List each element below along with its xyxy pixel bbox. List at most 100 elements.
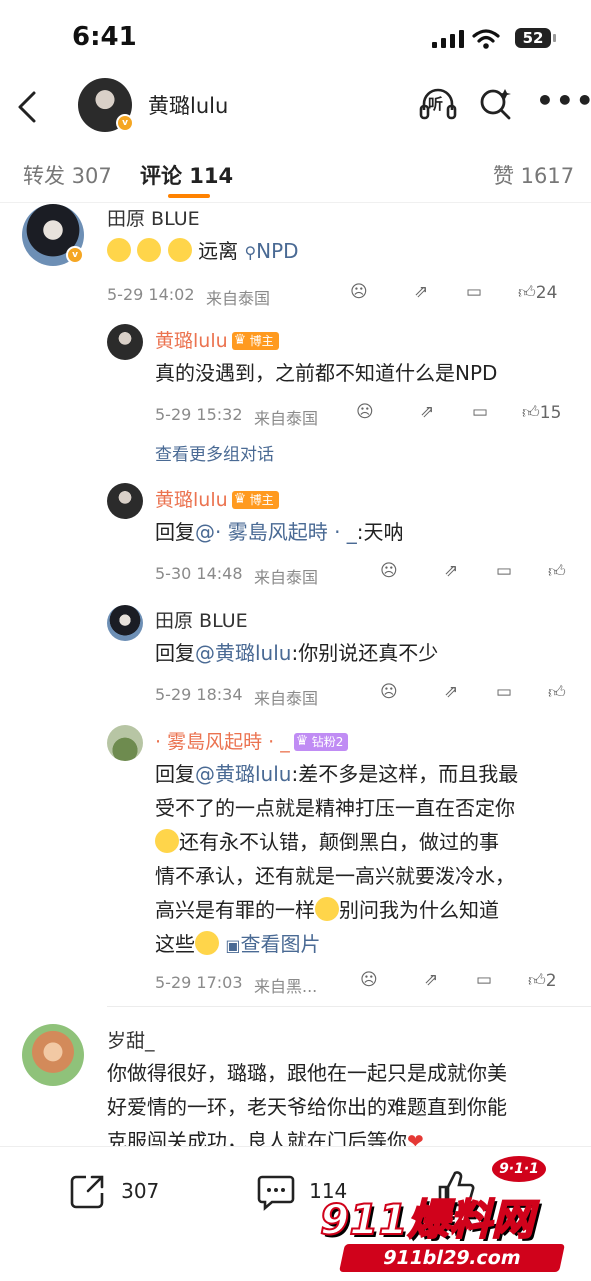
more-icon[interactable]: ••• — [536, 87, 591, 115]
like-icon[interactable]: 👍︎ — [548, 682, 566, 703]
fan-level-tag: 钻粉2 — [293, 732, 349, 751]
reply-line: 高兴是有罪的一样 — [155, 898, 315, 922]
repost-button[interactable]: 307 — [68, 1171, 159, 1211]
comment-date: 5-29 14:02 — [107, 285, 195, 304]
comment-icon[interactable]: ▭ — [476, 970, 492, 990]
reply-date: 5-30 14:48 — [155, 564, 243, 583]
mention-link[interactable]: @黄璐lulu — [195, 641, 291, 665]
reply-line: 别问我为什么知道 — [339, 898, 499, 922]
like-icon[interactable]: 👍︎ — [548, 561, 566, 582]
blogger-tag: 博主 — [231, 331, 279, 350]
watermark-brand: 911爆料网 — [319, 1194, 535, 1245]
comment-icon[interactable]: ▭ — [496, 561, 512, 581]
view-image-link[interactable]: ▣查看图片 — [225, 932, 320, 956]
reply-line: :差不多是这样，而且我最 — [291, 762, 519, 786]
reply-source: 来自泰国 — [254, 689, 319, 708]
watermark-url: 911bl29.com — [339, 1244, 565, 1272]
like-count: 24 — [535, 283, 558, 303]
tears-emoji-icon — [195, 931, 219, 955]
search-icon[interactable] — [478, 86, 514, 122]
reply-author[interactable]: 田原 BLUE — [155, 606, 248, 633]
eyeroll-emoji-icon — [155, 829, 179, 853]
reply-avatar[interactable] — [107, 324, 143, 360]
view-more-replies-link[interactable]: 查看更多组对话 — [155, 440, 274, 465]
reply-date: 5-29 15:32 — [155, 405, 243, 424]
search-topic-link[interactable]: ⚲NPD — [244, 239, 298, 263]
reply-author[interactable]: 黄璐lulu博主 — [155, 326, 279, 353]
reply-line: 还有永不认错，颠倒黑白，做过的事 — [179, 830, 499, 854]
listen-button[interactable]: 听 — [418, 84, 458, 124]
like-icon: 👍︎ — [522, 403, 540, 423]
reply-body: :你别说还真不少 — [291, 641, 439, 665]
divider — [107, 1006, 591, 1007]
back-icon[interactable] — [14, 90, 40, 124]
comment-author[interactable]: 岁甜_ — [107, 1026, 155, 1053]
repost-icon — [70, 1175, 104, 1209]
watermark-logo: 9·1·1 911爆料网 911bl29.com — [312, 1150, 582, 1278]
comment-source: 来自泰国 — [206, 289, 271, 308]
search-topic-label: NPD — [256, 239, 299, 263]
like-button[interactable]: 👍︎2 — [528, 970, 557, 991]
reply-avatar[interactable] — [107, 483, 143, 519]
reply-author[interactable]: 黄璐lulu博主 — [155, 485, 279, 512]
mention-link[interactable]: @· 雾島风起時 · _ — [195, 520, 357, 544]
comment-text-body: 远离 — [198, 239, 239, 263]
mention-link[interactable]: @黄璐lulu — [195, 762, 291, 786]
comment-icon[interactable]: ▭ — [496, 682, 512, 702]
reply-author[interactable]: · 雾島风起時 · _钻粉2 — [155, 727, 349, 754]
like-count: 2 — [545, 971, 557, 991]
comment-icon[interactable]: ▭ — [466, 282, 482, 302]
repost-icon[interactable]: ⇗ — [424, 970, 438, 990]
wifi-icon — [472, 29, 500, 49]
dislike-icon[interactable]: ☹ — [380, 682, 398, 702]
search-icon: ⚲ — [244, 243, 257, 262]
like-button[interactable]: 👍︎24 — [518, 282, 557, 303]
like-icon: 👍︎ — [528, 971, 546, 991]
reply-date: 5-29 17:03 — [155, 973, 243, 992]
verified-icon: v — [116, 114, 134, 132]
reply-avatar[interactable] — [107, 725, 143, 761]
comment-avatar[interactable] — [22, 1024, 84, 1086]
dislike-icon[interactable]: ☹ — [356, 402, 374, 422]
verified-icon: v — [66, 246, 84, 264]
reply-body: :天呐 — [356, 520, 404, 544]
comment-line: 好爱情的一环，老天爷给你出的难题直到你能 — [107, 1095, 507, 1119]
nav-bar: v 黄璐lulu 听 ••• — [0, 78, 591, 138]
dislike-icon[interactable]: ☹ — [380, 561, 398, 581]
comment-icon[interactable]: ▭ — [472, 402, 488, 422]
reply-line: 受不了的一点就是精神打压一直在否定你 — [155, 796, 515, 820]
author-name[interactable]: 黄璐lulu — [148, 90, 228, 120]
repost-count: 307 — [121, 1179, 160, 1203]
repost-icon[interactable]: ⇗ — [420, 402, 434, 422]
reply-source: 来自黑... — [254, 977, 318, 996]
dislike-icon[interactable]: ☹ — [350, 282, 368, 302]
reply-prefix: 回复 — [155, 520, 195, 544]
repost-icon[interactable]: ⇗ — [444, 682, 458, 702]
hug-emoji-icon — [137, 238, 162, 262]
dislike-icon[interactable]: ☹ — [360, 970, 378, 990]
tab-likes[interactable]: 赞 1617 — [493, 160, 574, 190]
repost-icon[interactable]: ⇗ — [444, 561, 458, 581]
reply-line: 情不承认，还有就是一高兴就要泼冷水， — [155, 864, 515, 888]
status-time: 6:41 — [72, 22, 137, 52]
repost-icon[interactable]: ⇗ — [414, 282, 428, 302]
tab-reposts[interactable]: 转发 307 — [23, 160, 112, 190]
reply-line: 这些 — [155, 932, 195, 956]
listen-label: 听 — [428, 95, 444, 113]
comment-text: 远离 ⚲NPD — [107, 234, 299, 270]
reply-avatar[interactable] — [107, 605, 143, 641]
tab-comments[interactable]: 评论 114 — [140, 160, 233, 190]
reply-text: 回复@黄璐lulu:你别说还真不少 — [155, 636, 438, 670]
blogger-tag: 博主 — [231, 490, 279, 509]
image-icon: ▣ — [225, 936, 241, 955]
reply-source: 来自泰国 — [254, 568, 319, 587]
reply-author-name: · 雾島风起時 · _ — [155, 731, 290, 753]
like-button[interactable]: 👍︎15 — [522, 402, 561, 423]
view-image-label: 查看图片 — [240, 932, 321, 956]
comment-icon — [257, 1175, 295, 1211]
like-count: 15 — [539, 403, 562, 423]
reply-text: 回复@· 雾島风起時 · _:天呐 — [155, 515, 404, 549]
reply-prefix: 回复 — [155, 641, 195, 665]
comment-author[interactable]: 田原 BLUE — [107, 204, 200, 231]
hug-emoji-icon — [167, 238, 192, 262]
